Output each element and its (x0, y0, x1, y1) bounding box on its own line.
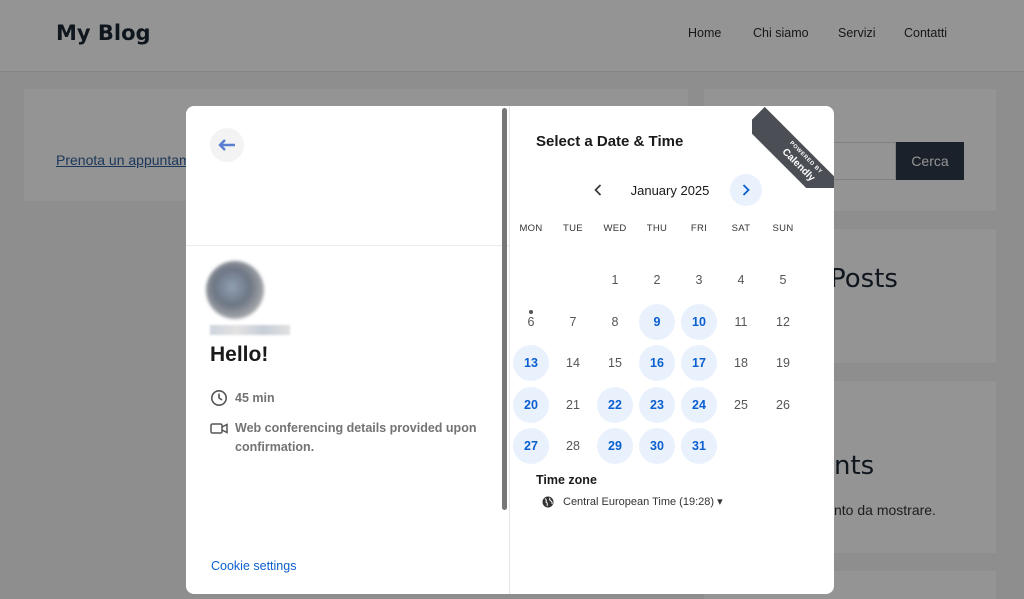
event-header (186, 106, 509, 246)
calendar-day-11: 11 (734, 315, 748, 329)
event-duration: 45 min (210, 389, 275, 408)
scrollbar[interactable] (502, 108, 507, 510)
today-indicator (529, 310, 533, 314)
calendar-day-28: 28 (566, 439, 580, 453)
calendar-day-5: 5 (779, 273, 787, 287)
event-details-pane: Hello! 45 min Web conferencing details p… (186, 106, 509, 594)
calendly-ribbon: POWERED BY Calendly (752, 106, 834, 188)
calendar-day-27[interactable]: 27 (513, 428, 549, 464)
calendar-day-23[interactable]: 23 (639, 387, 675, 423)
calendar-day-15: 15 (608, 356, 622, 370)
weekday-wed: WED (603, 223, 627, 234)
calendar-day-10[interactable]: 10 (681, 304, 717, 340)
weekday-sat: SAT (731, 223, 751, 234)
calendar-day-3: 3 (695, 273, 703, 287)
calendar-day-7: 7 (569, 315, 577, 329)
calendar-day-17[interactable]: 17 (681, 345, 717, 381)
calendar-day-1: 1 (611, 273, 619, 287)
month-label: January 2025 (630, 183, 710, 198)
weekday-mon: MON (519, 223, 543, 234)
scheduler-title: Select a Date & Time (536, 133, 684, 150)
globe-icon (542, 496, 554, 507)
calendly-badge[interactable]: POWERED BY Calendly (752, 106, 834, 188)
back-arrow-icon[interactable] (210, 128, 244, 162)
event-location: Web conferencing details provided upon c… (210, 419, 485, 457)
calendar-day-18: 18 (734, 356, 748, 370)
calendar-day-31[interactable]: 31 (681, 428, 717, 464)
calendar-day-24[interactable]: 24 (681, 387, 717, 423)
calendar-day-25: 25 (734, 398, 748, 412)
weekday-sun: SUN (772, 223, 794, 234)
calendar-day-12: 12 (776, 315, 790, 329)
calendar-day-20[interactable]: 20 (513, 387, 549, 423)
calendar-day-2: 2 (653, 273, 661, 287)
location-text: Web conferencing details provided upon c… (235, 421, 477, 454)
weekday-tue: TUE (563, 223, 583, 234)
calendar-day-4: 4 (737, 273, 745, 287)
weekday-thu: THU (646, 223, 668, 234)
calendar-day-9[interactable]: 9 (639, 304, 675, 340)
cookie-settings-link[interactable]: Cookie settings (211, 559, 296, 573)
duration-text: 45 min (235, 391, 275, 405)
clock-icon (211, 390, 227, 406)
calendar-day-22[interactable]: 22 (597, 387, 633, 423)
previous-month-button[interactable] (586, 174, 610, 206)
calendar-day-30[interactable]: 30 (639, 428, 675, 464)
chevron-left-icon (594, 184, 602, 196)
weekday-fri: FRI (690, 223, 708, 234)
timezone-selector[interactable]: Central European Time (19:28) ▾ (542, 495, 723, 508)
scheduling-modal: Hello! 45 min Web conferencing details p… (186, 106, 834, 594)
calendar-day-14: 14 (566, 356, 580, 370)
calendar-day-21: 21 (566, 398, 580, 412)
organizer-avatar (206, 261, 264, 319)
video-camera-icon (210, 423, 228, 434)
timezone-value: Central European Time (19:28) ▾ (563, 496, 723, 508)
timezone-label: Time zone (536, 473, 597, 487)
calendar-day-13[interactable]: 13 (513, 345, 549, 381)
chevron-right-icon (742, 184, 750, 196)
ribbon-powered-by: POWERED BY (788, 140, 824, 176)
calendar-day-26: 26 (776, 398, 790, 412)
calendar-day-19: 19 (776, 356, 790, 370)
calendar-day-16[interactable]: 16 (639, 345, 675, 381)
event-title: Hello! (210, 343, 269, 366)
organizer-name-blurred (210, 325, 290, 335)
calendar-day-8: 8 (611, 315, 619, 329)
calendar-day-29[interactable]: 29 (597, 428, 633, 464)
